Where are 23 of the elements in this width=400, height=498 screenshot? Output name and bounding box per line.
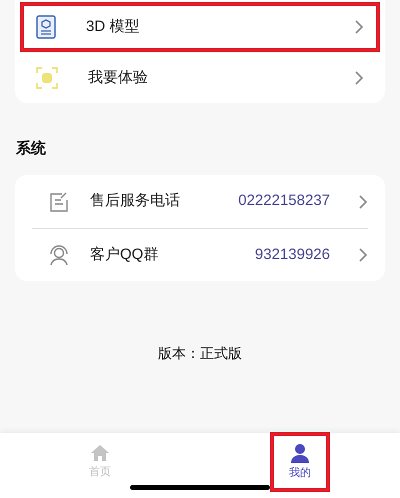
- menu-value: 02222158237: [238, 191, 330, 212]
- cube-document-icon: [36, 15, 56, 39]
- user-icon: [291, 442, 309, 463]
- chevron-icon: [354, 19, 364, 35]
- scan-icon: [36, 67, 58, 89]
- menu-label: 客户QQ群: [90, 244, 160, 265]
- tab[interactable]: 我的: [270, 432, 330, 492]
- menu-item[interactable]: 客户QQ群 932139926: [32, 228, 368, 281]
- chevron-icon: [358, 194, 368, 210]
- menu-label: 3D 模型: [86, 16, 140, 37]
- headset-user-icon: [48, 244, 70, 266]
- section-title: 系统: [16, 140, 46, 157]
- menu-item[interactable]: 我要体验: [20, 53, 380, 103]
- menu-item[interactable]: 3D 模型: [20, 2, 380, 52]
- menu-value: 932139926: [254, 244, 330, 265]
- edit-note-icon: [48, 190, 70, 212]
- home-icon: [90, 444, 110, 462]
- menu-label: 我要体验: [88, 68, 149, 88]
- chevron-icon: [358, 247, 368, 263]
- menu-item[interactable]: 售后服务电话 02222158237: [32, 175, 368, 228]
- menu-label: 售后服务电话: [90, 191, 181, 212]
- chevron-icon: [354, 70, 364, 86]
- version-text: 版本：正式版: [158, 344, 242, 363]
